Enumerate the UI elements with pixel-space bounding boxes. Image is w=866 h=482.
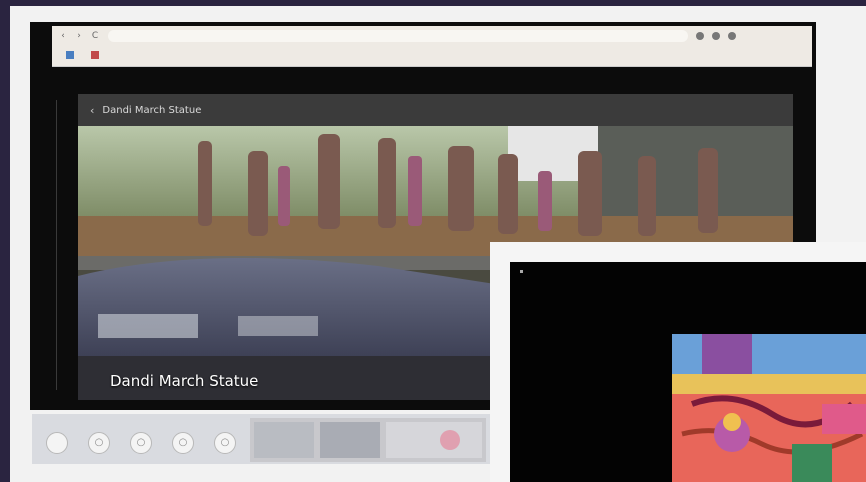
bookmark-icon — [66, 51, 74, 59]
viewer-header: ‹ Dandi March Statue — [78, 94, 793, 126]
chevron-left-icon[interactable]: ‹ — [90, 104, 94, 117]
bookmarks-bar — [52, 46, 812, 64]
bookmark-item[interactable] — [66, 51, 77, 59]
colorful-painting — [672, 334, 866, 482]
pip-cursor — [520, 270, 523, 273]
bookmark-item[interactable] — [91, 51, 102, 59]
photo-caption: Dandi March Statue — [110, 372, 259, 390]
circle-button-icon[interactable]: ○ — [88, 432, 110, 454]
thumbnail-strip[interactable] — [250, 418, 486, 462]
reload-icon[interactable]: C — [90, 31, 100, 41]
screen-ruler — [56, 100, 57, 390]
address-bar[interactable] — [108, 30, 688, 42]
browser-toolbar: ‹ › C — [52, 26, 812, 67]
viewer-title: Dandi March Statue — [102, 104, 202, 116]
circle-button-icon[interactable]: ○ — [130, 432, 152, 454]
address-row: ‹ › C — [52, 26, 812, 46]
extension-icon[interactable] — [696, 32, 704, 40]
control-square-icon[interactable] — [46, 432, 68, 454]
menu-icon[interactable] — [728, 32, 736, 40]
circle-button-icon[interactable]: ○ — [172, 432, 194, 454]
forward-icon[interactable]: › — [74, 31, 84, 41]
back-icon[interactable]: ‹ — [58, 31, 68, 41]
profile-icon[interactable] — [712, 32, 720, 40]
circle-button-icon[interactable]: ○ — [214, 432, 236, 454]
bookmark-icon — [91, 51, 99, 59]
